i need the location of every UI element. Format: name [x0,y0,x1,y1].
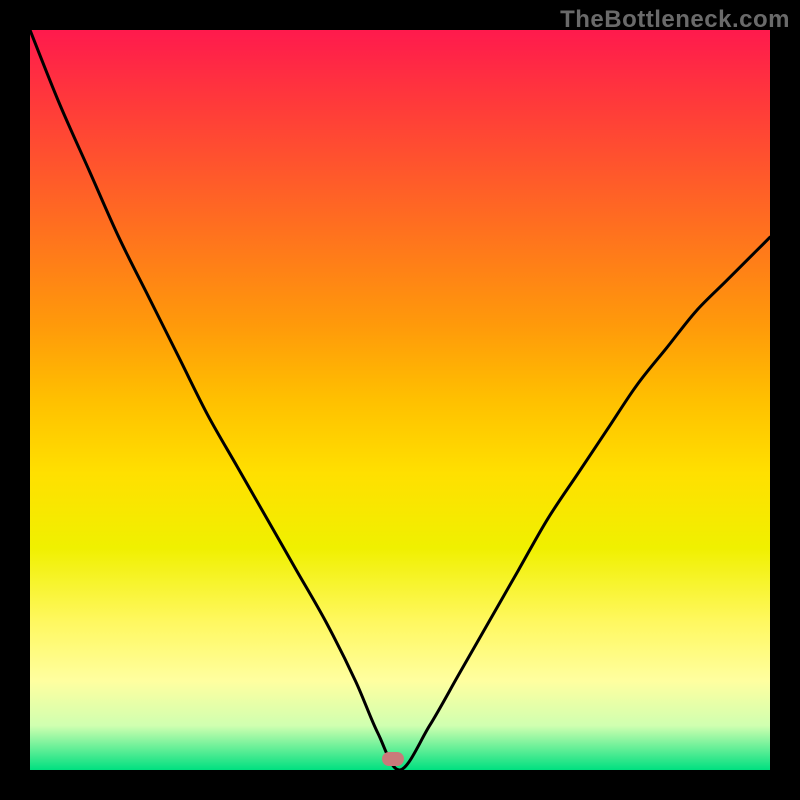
chart-plot-area [30,30,770,770]
chart-minimum-marker [382,752,404,766]
chart-curve-svg [30,30,770,770]
chart-curve [30,30,770,770]
chart-frame: TheBottleneck.com [0,0,800,800]
